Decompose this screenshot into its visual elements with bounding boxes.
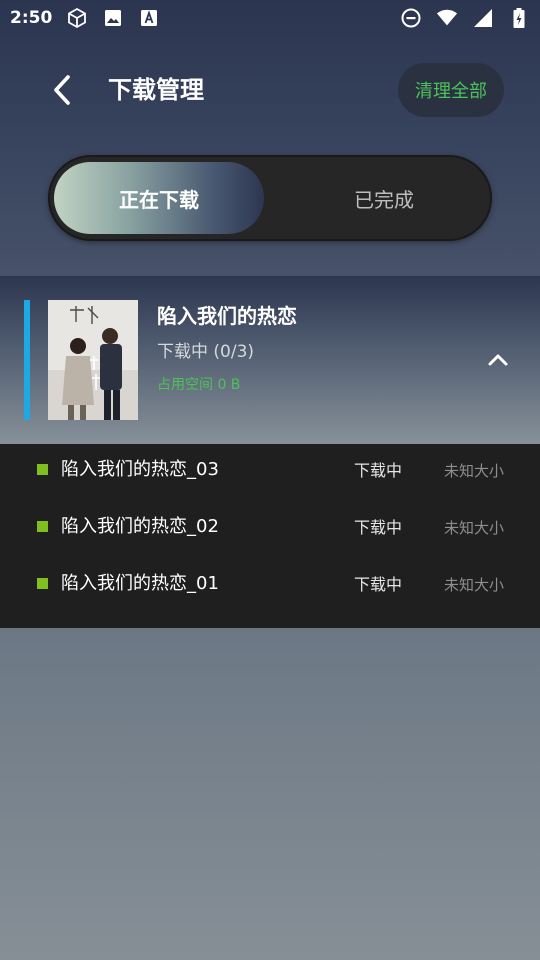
status-right xyxy=(400,7,530,29)
episode-name: 陷入我们的热恋_02 xyxy=(61,516,219,537)
status-dot xyxy=(37,464,48,475)
page-title: 下载管理 xyxy=(108,76,204,104)
clear-all-button[interactable]: 清理全部 xyxy=(398,63,504,117)
collapse-button[interactable] xyxy=(482,346,514,374)
tab-downloading[interactable]: 正在下载 xyxy=(54,162,264,234)
episode-status: 下载中 xyxy=(354,518,403,537)
image-icon xyxy=(102,7,124,29)
cube-icon xyxy=(66,7,88,29)
status-dot xyxy=(37,578,48,589)
episode-item[interactable]: 陷入我们的热恋_02 下载中 未知大小 xyxy=(0,501,540,558)
chevron-up-icon xyxy=(488,354,508,366)
episode-size: 未知大小 xyxy=(444,519,505,537)
status-left: 2:50 xyxy=(10,7,160,29)
status-time: 2:50 xyxy=(10,8,53,28)
status-bar: 2:50 xyxy=(0,0,540,36)
episode-name: 陷入我们的热恋_01 xyxy=(61,573,219,594)
group-title: 陷入我们的热恋 xyxy=(157,304,297,328)
signal-icon xyxy=(472,7,494,29)
episode-status: 下载中 xyxy=(354,575,403,594)
download-group-card[interactable]: 陷入我们的热恋 下载中 (0/3) 占用空间 0 B xyxy=(0,276,540,444)
battery-icon xyxy=(508,7,530,29)
drama-poster xyxy=(48,300,138,420)
download-tabs: 正在下载 已完成 xyxy=(48,155,492,241)
wifi-icon xyxy=(436,7,458,29)
font-icon xyxy=(138,7,160,29)
back-button[interactable] xyxy=(44,70,80,110)
episode-status: 下载中 xyxy=(354,461,403,480)
episode-item[interactable]: 陷入我们的热恋_03 下载中 未知大小 xyxy=(0,444,540,501)
episode-size: 未知大小 xyxy=(444,576,505,594)
status-dot xyxy=(37,521,48,532)
episode-name: 陷入我们的热恋_03 xyxy=(61,459,219,480)
episode-item[interactable]: 陷入我们的热恋_01 下载中 未知大小 xyxy=(0,558,540,615)
group-storage: 占用空间 0 B xyxy=(157,377,241,393)
group-progress: 下载中 (0/3) xyxy=(157,342,255,362)
episode-list: 陷入我们的热恋_03 下载中 未知大小 陷入我们的热恋_02 下载中 未知大小 … xyxy=(0,444,540,628)
top-app-bar: 下载管理 清理全部 xyxy=(0,60,540,120)
chevron-left-icon xyxy=(54,75,70,105)
episode-size: 未知大小 xyxy=(444,462,505,480)
do-not-disturb-icon xyxy=(400,7,422,29)
selection-indicator xyxy=(24,300,30,420)
tab-completed[interactable]: 已完成 xyxy=(284,162,484,234)
